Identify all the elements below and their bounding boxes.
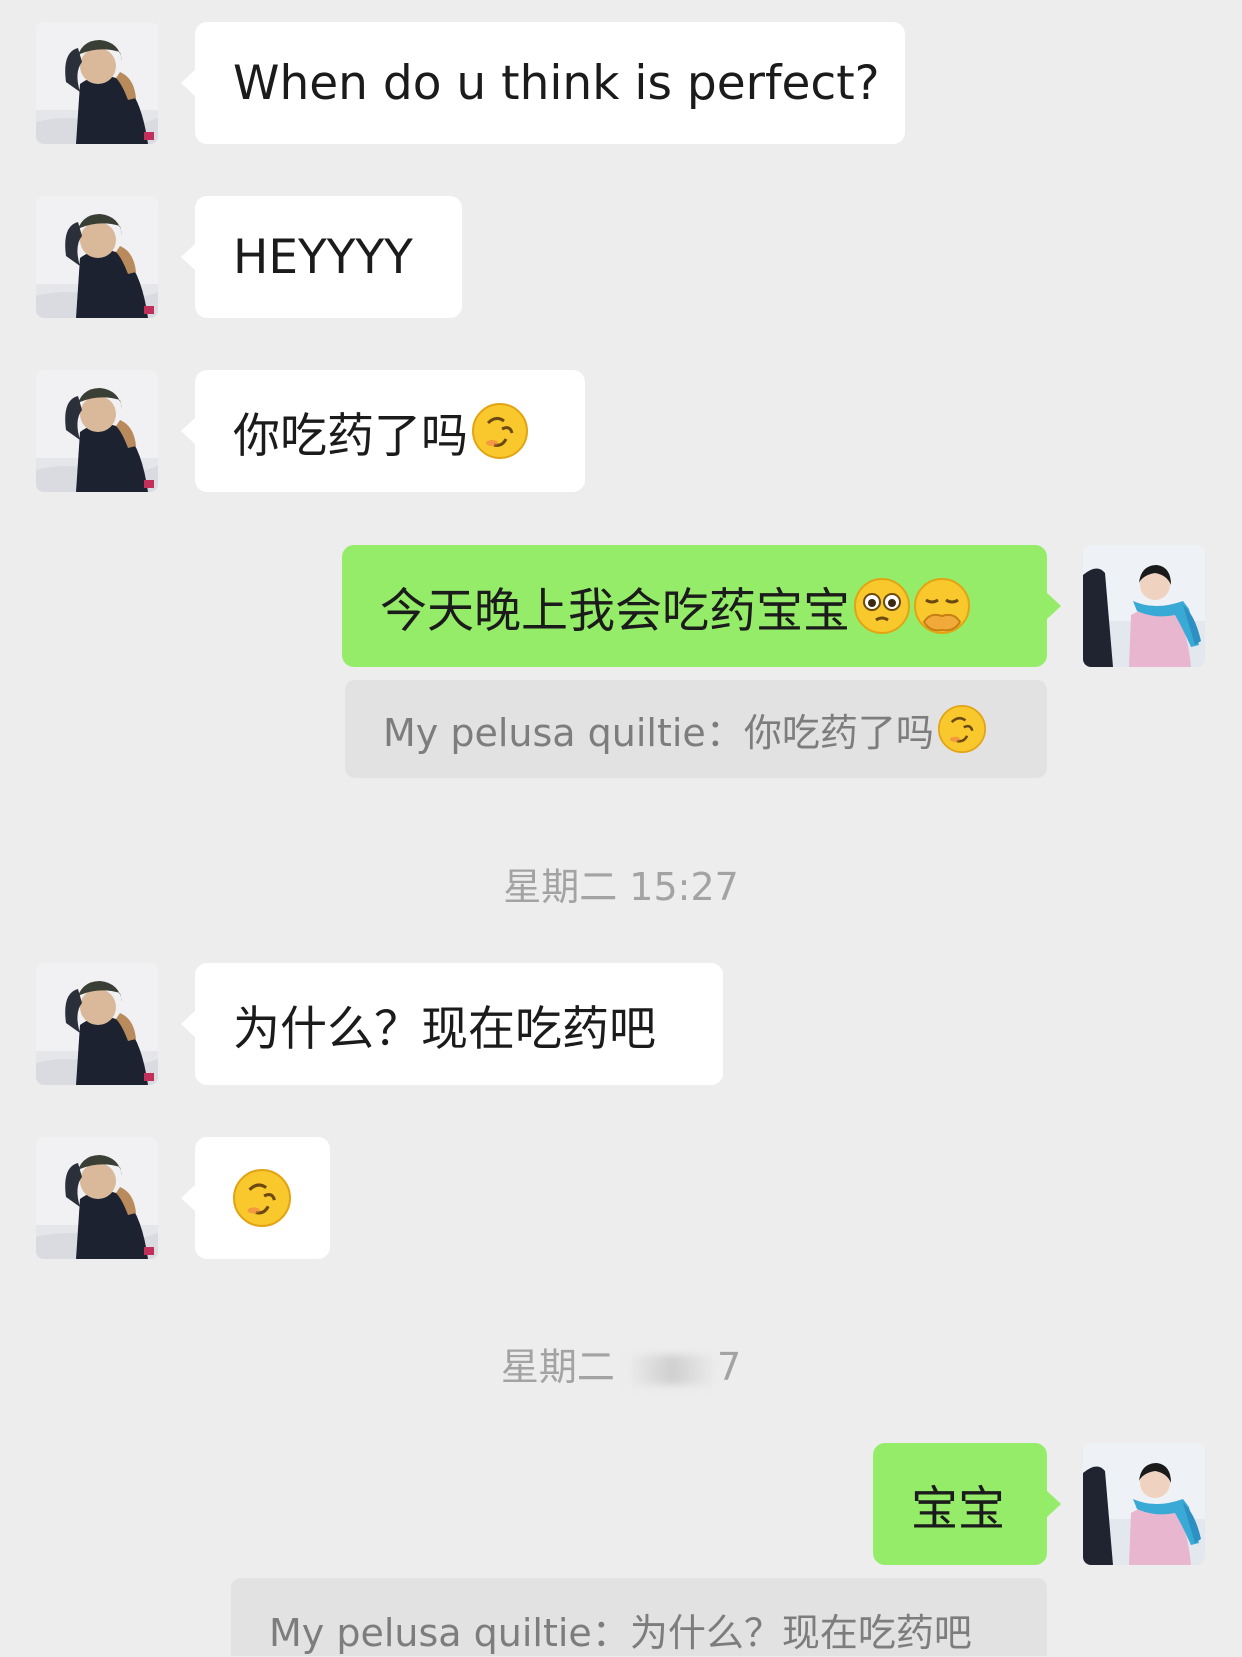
message-bubble[interactable]: HEYYYY [181, 196, 462, 318]
timestamp-day: 星期二 [500, 1345, 615, 1389]
quote-text: My pelusa quiltie：你吃药了吗 [383, 710, 934, 755]
message-row-incoming: HEYYYY [0, 196, 1242, 318]
message-bubble[interactable]: 为什么？现在吃药吧 [181, 963, 723, 1085]
hand-over-mouth-emoji-icon [914, 578, 970, 634]
quote-text: My pelusa quiltie：为什么？现在吃药吧 [269, 1611, 972, 1655]
message-row-outgoing: 今天晚上我会吃药宝宝 [0, 545, 1242, 667]
timestamp: 星期二 7 [0, 1336, 1242, 1391]
message-row-incoming: 你吃药了吗 [0, 370, 1242, 492]
redaction-blur [626, 1354, 717, 1385]
contact-avatar[interactable] [36, 22, 158, 144]
message-row-incoming: When do u think is perfect? [0, 22, 1242, 144]
message-text: HEYYYY [233, 229, 413, 285]
message-bubble[interactable]: 今天晚上我会吃药宝宝 [342, 545, 1061, 667]
message-bubble[interactable]: When do u think is perfect? [181, 22, 905, 144]
my-avatar[interactable] [1083, 545, 1205, 667]
contact-avatar[interactable] [36, 963, 158, 1085]
message-text: 为什么？现在吃药吧 [233, 1001, 656, 1057]
message-text: 宝宝 [911, 1481, 1005, 1537]
contact-avatar[interactable] [36, 196, 158, 318]
smirk-emoji-icon [472, 403, 528, 459]
contact-avatar[interactable] [36, 370, 158, 492]
message-bubble[interactable] [181, 1137, 330, 1259]
message-row-incoming [0, 1137, 1242, 1259]
message-text: When do u think is perfect? [233, 55, 880, 111]
message-text: 今天晚上我会吃药宝宝 [380, 583, 850, 639]
smirk-emoji-icon [233, 1169, 291, 1227]
message-row-incoming: 为什么？现在吃药吧 [0, 963, 1242, 1085]
contact-avatar[interactable] [36, 1137, 158, 1259]
timestamp: 星期二 15:27 [0, 856, 1242, 911]
quoted-message[interactable]: My pelusa quiltie：你吃药了吗 [345, 680, 1047, 778]
timestamp-day: 星期二 [503, 865, 618, 909]
smirk-emoji-icon [937, 705, 986, 753]
my-avatar[interactable] [1083, 1443, 1205, 1565]
quoted-message[interactable]: My pelusa quiltie：为什么？现在吃药吧 [231, 1578, 1047, 1656]
timestamp-time: 7 [716, 1345, 742, 1389]
pleading-emoji-icon [854, 578, 910, 634]
message-row-outgoing: 宝宝 [0, 1443, 1242, 1565]
message-bubble[interactable]: 宝宝 [873, 1443, 1061, 1565]
message-bubble[interactable]: 你吃药了吗 [181, 370, 585, 492]
message-text: 你吃药了吗 [233, 408, 468, 464]
timestamp-time: 15:27 [629, 865, 739, 909]
